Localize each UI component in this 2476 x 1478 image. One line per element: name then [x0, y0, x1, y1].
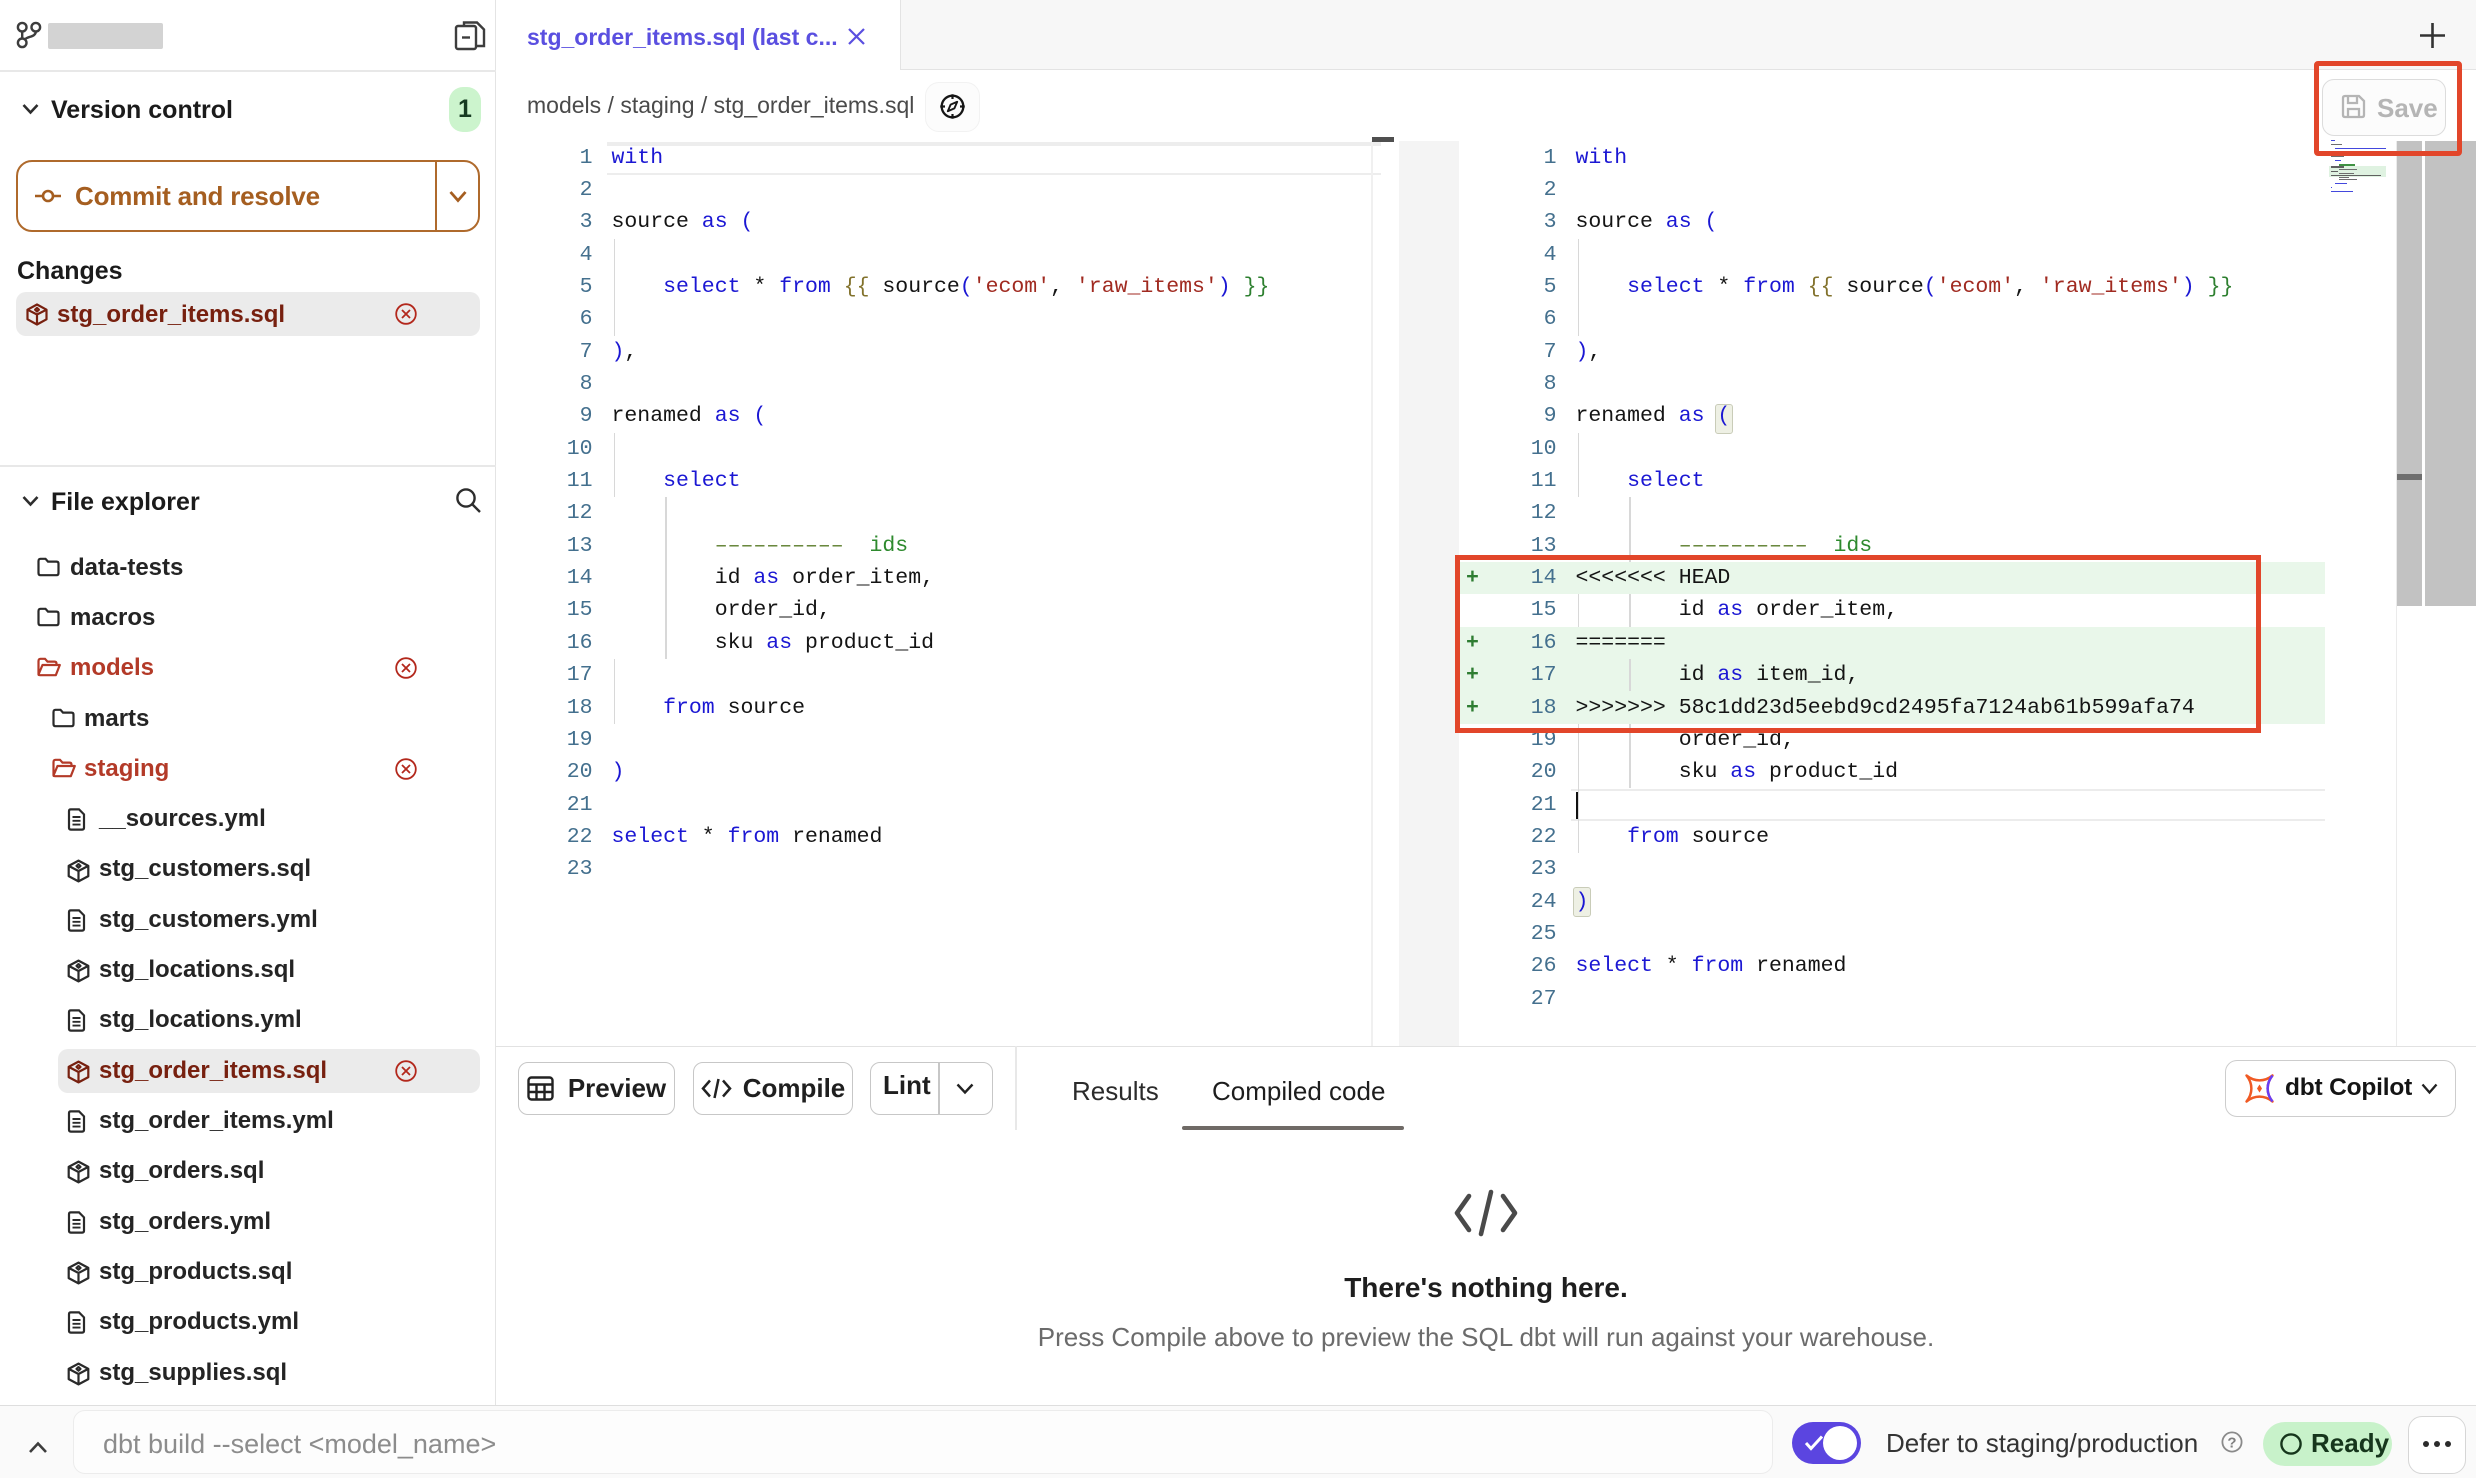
svg-text:?: ? [2227, 1435, 2236, 1452]
